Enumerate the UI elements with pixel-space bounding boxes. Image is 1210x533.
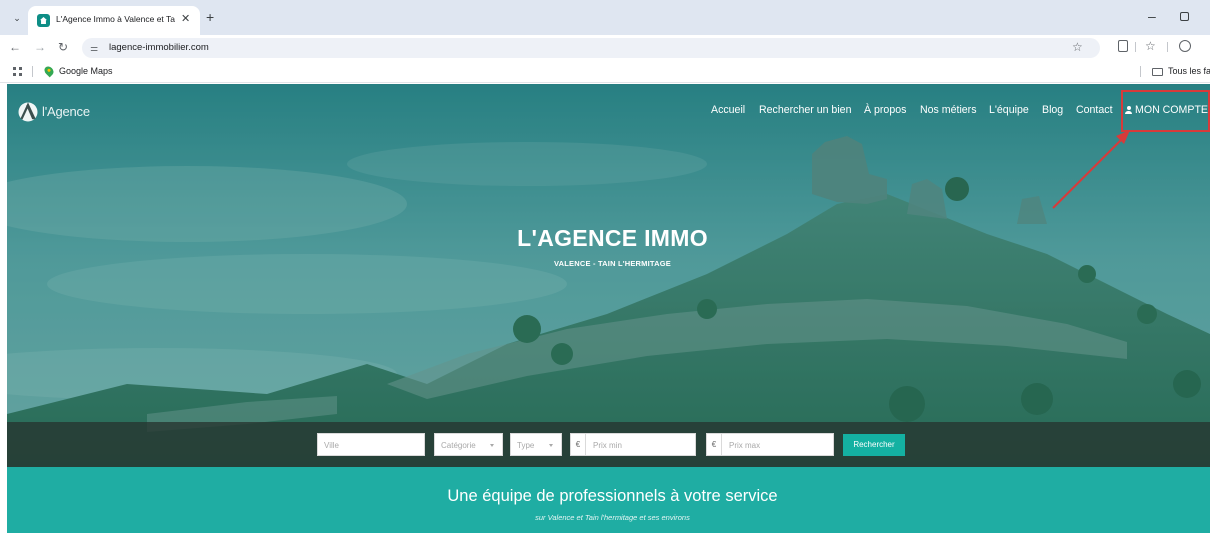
bookmark-google-maps[interactable]: Google Maps	[59, 66, 113, 76]
nav-item-a-propos[interactable]: À propos	[864, 104, 906, 116]
chevron-down-icon	[490, 444, 494, 447]
reload-icon[interactable]: ↻	[58, 40, 68, 54]
star-icon[interactable]: ☆	[1072, 40, 1083, 54]
band-title: Une équipe de professionnels à votre ser…	[447, 487, 778, 505]
bookmarks-bar: Google Maps Tous les favo	[0, 61, 1210, 83]
euro-icon: €	[707, 434, 722, 455]
bookmarks-divider	[1140, 66, 1141, 77]
band-subtitle: sur Valence et Tain l'hermitage et ses e…	[535, 513, 690, 522]
close-icon[interactable]: ✕	[181, 12, 190, 26]
new-tab-plus-icon[interactable]: +	[206, 9, 214, 25]
nav-item-accueil[interactable]: Accueil	[711, 104, 745, 116]
category-select[interactable]: Catégorie	[434, 433, 503, 456]
hero-section	[7, 84, 1210, 467]
city-input[interactable]: Ville	[317, 433, 425, 456]
browser-tab-active[interactable]: L'Agence Immo à Valence et Ta ✕	[28, 6, 200, 35]
tab-search-chevron-icon[interactable]: ⌄	[8, 9, 26, 27]
price-max-placeholder: Prix max	[729, 441, 761, 450]
forward-arrow-icon[interactable]: →	[34, 40, 46, 54]
extensions-puzzle-icon[interactable]	[1118, 40, 1128, 52]
address-url: lagence-immobilier.com	[109, 42, 209, 53]
logo-text: l'Agence	[42, 104, 90, 119]
nav-item-equipe[interactable]: L'équipe	[989, 104, 1029, 116]
toolbar-divider	[1167, 42, 1168, 52]
tune-icon[interactable]: ⚌	[90, 42, 102, 54]
type-label: Type	[517, 441, 535, 450]
price-max-input[interactable]: € Prix max	[706, 433, 834, 456]
nav-item-nos-metiers[interactable]: Nos métiers	[920, 104, 977, 116]
window-restore-icon[interactable]	[1180, 12, 1189, 21]
nav-item-contact[interactable]: Contact	[1076, 104, 1113, 116]
hero-title: L'AGENCE IMMO	[517, 225, 708, 251]
search-submit-button[interactable]: Rechercher	[843, 434, 905, 456]
city-placeholder: Ville	[324, 441, 339, 450]
nav-item-mon-compte[interactable]: MON COMPTE	[1125, 104, 1208, 116]
toolbar-divider	[1135, 42, 1136, 52]
tab-title: L'Agence Immo à Valence et Ta	[56, 14, 175, 24]
apps-grid-icon[interactable]	[13, 67, 22, 76]
nav-item-rechercher-un-bien[interactable]: Rechercher un bien	[759, 104, 851, 116]
logo-mark-icon	[18, 102, 38, 122]
price-min-placeholder: Prix min	[593, 441, 622, 450]
bookmarks-folder-all[interactable]: Tous les favo	[1168, 66, 1210, 76]
favorites-star-icon[interactable]: ☆	[1145, 39, 1156, 53]
euro-icon: €	[571, 434, 586, 455]
category-label: Catégorie	[441, 441, 476, 450]
nav-item-blog[interactable]: Blog	[1042, 104, 1063, 116]
browser-tab-strip: ⌄ L'Agence Immo à Valence et Ta ✕ + –	[0, 0, 1210, 35]
house-icon	[37, 14, 50, 27]
address-bar[interactable]: ⚌ lagence-immobilier.com ☆	[82, 38, 1100, 58]
price-min-input[interactable]: € Prix min	[570, 433, 696, 456]
map-pin-icon	[42, 64, 56, 78]
account-label: MON COMPTE	[1135, 104, 1208, 116]
folder-icon	[1152, 68, 1163, 76]
type-select[interactable]: Type	[510, 433, 562, 456]
user-icon	[1125, 106, 1132, 114]
browser-toolbar: ← → ↻ ⚌ lagence-immobilier.com ☆	[0, 35, 1210, 61]
bookmarks-divider	[32, 66, 33, 77]
back-arrow-icon[interactable]: ←	[9, 40, 21, 54]
hero-landscape-image	[7, 84, 1210, 467]
hero-subtitle: VALENCE - TAIN L'HERMITAGE	[554, 259, 671, 268]
profile-avatar-icon[interactable]	[1179, 40, 1191, 52]
chevron-down-icon	[549, 444, 553, 447]
window-minimize-icon[interactable]: –	[1148, 9, 1156, 23]
